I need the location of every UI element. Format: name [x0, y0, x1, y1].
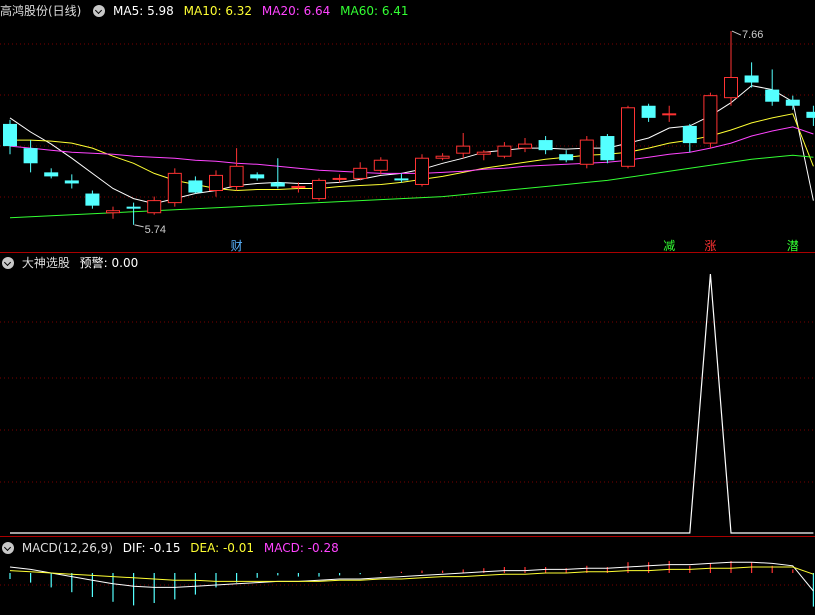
signal-panel-title: 大神选股: [21, 256, 70, 270]
candle-body: [538, 140, 553, 151]
candle-body: [167, 172, 182, 204]
annotation-leader: [134, 224, 144, 228]
candle-body: [106, 210, 120, 214]
candle-body: [332, 177, 347, 180]
chevron-down-icon[interactable]: [2, 541, 14, 554]
candle-body: [64, 180, 79, 184]
candle-body: [785, 99, 800, 106]
candle-body: [456, 145, 471, 154]
candle-body: [270, 182, 285, 187]
candle-body: [85, 193, 100, 206]
dea-label: DEA: -0.01: [190, 541, 255, 555]
candle-body: [476, 151, 491, 155]
candle-body: [394, 178, 409, 181]
candle-body: [415, 157, 429, 185]
candle-body: [312, 179, 326, 200]
candlestick-panel[interactable]: 7.66 5.74 财 减 涨 潜: [3, 29, 815, 253]
signal-panel[interactable]: [10, 273, 814, 534]
ma20-label: MA20: 6.64: [261, 4, 331, 18]
candle-body: [806, 111, 815, 118]
candle-body: [291, 185, 306, 188]
annotation-leader: [731, 30, 742, 36]
macd-panel-title: MACD(12,26,9): [21, 541, 113, 555]
candle-body: [3, 123, 17, 147]
warning-line: [10, 273, 814, 534]
dif-line: [9, 561, 814, 592]
signal-marker: 涨: [704, 238, 716, 253]
candle-body: [497, 145, 512, 157]
macd-value-label: MACD: -0.28: [263, 541, 339, 555]
candle-body: [765, 89, 780, 102]
candle-body: [23, 148, 38, 164]
signal-marker: 潜: [787, 239, 799, 253]
ma10-label: MA10: 6.32: [183, 4, 253, 18]
candle-body: [600, 136, 615, 161]
candle-body: [703, 95, 718, 144]
candle-body: [188, 180, 203, 193]
annotation-label: 5.74: [145, 224, 166, 236]
annotation-label: 7.66: [742, 29, 763, 41]
candle-body: [682, 125, 697, 144]
candle-body: [724, 77, 738, 99]
candle-body: [435, 155, 450, 159]
dif-label: DIF: -0.15: [122, 541, 181, 555]
candle-body: [44, 172, 59, 177]
dea-line: [9, 566, 814, 582]
macd-panel[interactable]: [9, 561, 815, 607]
main-panel-header: 高鸿股份(日线) MA5: 5.98 MA10: 6.32 MA20: 6.64…: [0, 2, 415, 20]
candle-body: [229, 165, 244, 187]
candle-body: [250, 174, 265, 179]
candle-body: [662, 113, 677, 116]
candle-body: [373, 159, 388, 171]
candle-body: [744, 75, 759, 83]
candle-body: [353, 167, 368, 179]
candle-body: [209, 174, 223, 192]
candle-body: [518, 143, 532, 149]
ma5-line: [9, 85, 814, 205]
signal-panel-header: 大神选股 预警: 0.00: [0, 254, 144, 272]
candle-body: [641, 105, 656, 118]
signal-marker: 财: [231, 239, 243, 253]
candle-body: [559, 154, 574, 161]
candle-body: [621, 107, 635, 167]
chevron-down-icon[interactable]: [93, 4, 106, 17]
ma10-line: [10, 113, 814, 192]
candle-body: [147, 200, 162, 214]
candle-body: [126, 206, 141, 209]
signal-marker: 减: [663, 239, 675, 253]
chevron-down-icon[interactable]: [2, 256, 14, 269]
stock-chart[interactable]: 7.66 5.74 财 减 涨 潜: [0, 0, 815, 615]
candle-body: [579, 139, 594, 165]
macd-panel-header: MACD(12,26,9) DIF: -0.15 DEA: -0.01 MACD…: [0, 539, 345, 557]
ma5-label: MA5: 5.98: [113, 4, 174, 18]
ma60-label: MA60: 6.41: [340, 4, 409, 18]
main-panel-title: 高鸿股份(日线): [0, 4, 82, 18]
warning-label: 预警: 0.00: [79, 256, 139, 270]
